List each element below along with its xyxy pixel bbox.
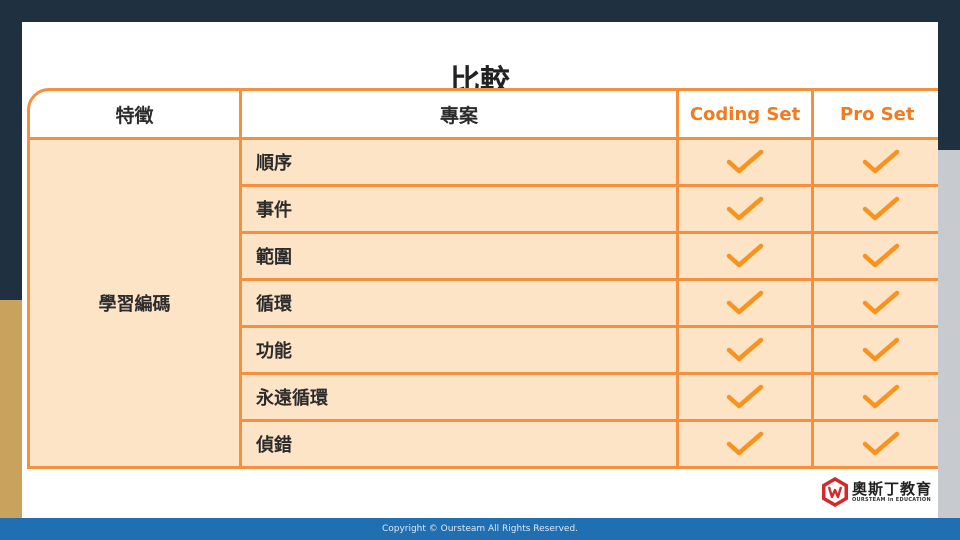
project-cell: 順序 <box>242 140 679 187</box>
checkmark-icon <box>726 196 764 221</box>
checkmark-icon <box>726 290 764 315</box>
pro-set-check-cell <box>814 187 938 234</box>
footer-bar: Copyright © Oursteam All Rights Reserved… <box>0 518 960 540</box>
coding-set-check-cell <box>679 187 814 234</box>
checkmark-icon <box>862 149 900 174</box>
project-cell: 功能 <box>242 328 679 375</box>
coding-set-check-cell <box>679 328 814 375</box>
pro-set-check-cell <box>814 422 938 469</box>
pro-set-check-cell <box>814 281 938 328</box>
checkmark-icon <box>862 243 900 268</box>
table-body: 學習編碼 順序 事件 範圍 循環 功能 永遠循環 偵錯 <box>27 140 938 469</box>
project-cell: 循環 <box>242 281 679 328</box>
company-logo: 奧斯丁教育 OURSTEAM in EDUCATION <box>820 476 940 510</box>
checkmark-icon <box>862 290 900 315</box>
slide: 比較 特徵 專案 Coding Set Pro Set 學習編碼 順序 事件 範圍 循環… <box>22 22 938 518</box>
header-pro-set: Pro Set <box>814 88 938 140</box>
checkmark-icon <box>726 337 764 362</box>
table-header-row: 特徵 專案 Coding Set Pro Set <box>27 88 938 140</box>
coding-set-check-cell <box>679 281 814 328</box>
project-cell: 偵錯 <box>242 422 679 469</box>
pro-set-check-cell <box>814 328 938 375</box>
checkmark-icon <box>726 431 764 456</box>
header-feature: 特徵 <box>27 88 242 140</box>
coding-set-check-cell <box>679 422 814 469</box>
feature-group-cell: 學習編碼 <box>27 140 242 469</box>
checkmark-icon <box>726 149 764 174</box>
project-cell: 永遠循環 <box>242 375 679 422</box>
project-cell: 範圍 <box>242 234 679 281</box>
logo-tagline: OURSTEAM in EDUCATION <box>852 497 931 503</box>
checkmark-icon <box>862 384 900 409</box>
coding-set-check-cell <box>679 375 814 422</box>
footer-copyright: Copyright © Oursteam All Rights Reserved… <box>381 524 579 534</box>
checkmark-icon <box>726 243 764 268</box>
table-row: 學習編碼 順序 <box>27 140 938 469</box>
checkmark-icon <box>726 384 764 409</box>
coding-set-check-cell <box>679 140 814 187</box>
coding-set-check-cell <box>679 234 814 281</box>
pro-set-check-cell <box>814 375 938 422</box>
header-coding-set: Coding Set <box>679 88 814 140</box>
checkmark-icon <box>862 431 900 456</box>
pro-set-check-cell <box>814 140 938 187</box>
project-cell: 事件 <box>242 187 679 234</box>
logo-name: 奧斯丁教育 <box>852 480 933 498</box>
pro-set-check-cell <box>814 234 938 281</box>
header-project: 專案 <box>242 88 679 140</box>
comparison-table: 特徵 專案 Coding Set Pro Set 學習編碼 順序 事件 範圍 循環 功能永… <box>27 88 938 469</box>
logo-hexagon-icon <box>822 477 848 507</box>
checkmark-icon <box>862 337 900 362</box>
checkmark-icon <box>862 196 900 221</box>
comparison-table-wrapper: 特徵 專案 Coding Set Pro Set 學習編碼 順序 事件 範圍 循環 功能永… <box>22 84 938 494</box>
